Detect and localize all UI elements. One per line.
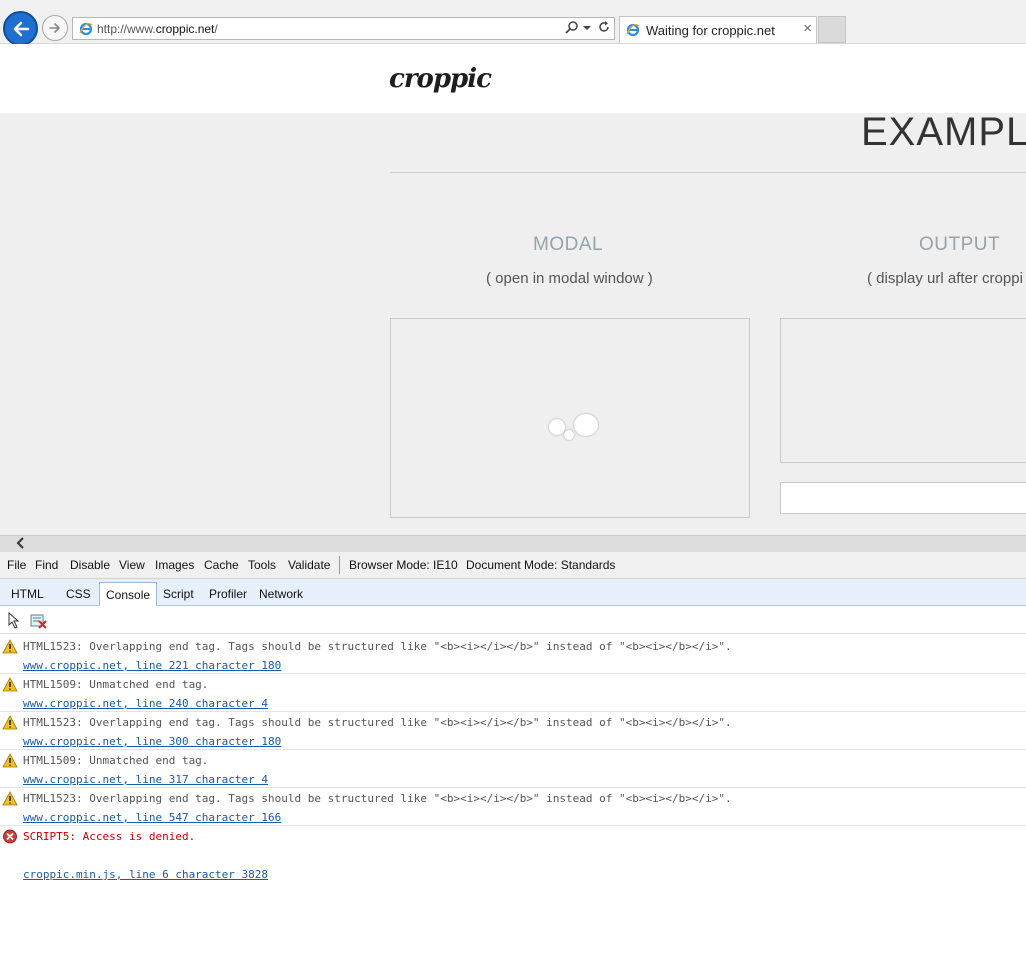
message-text: HTML1523: Overlapping end tag. Tags shou…: [23, 716, 732, 729]
divider: [390, 172, 1026, 173]
tab-network[interactable]: Network: [253, 582, 309, 606]
source-link[interactable]: www.croppic.net, line 221 character 180: [23, 659, 281, 672]
message-text: SCRIPT5: Access is denied.: [23, 830, 196, 843]
tab-css[interactable]: CSS: [60, 582, 97, 606]
modal-crop-box[interactable]: [390, 318, 750, 518]
message-text: HTML1523: Overlapping end tag. Tags shou…: [23, 640, 732, 653]
forward-button[interactable]: [42, 15, 68, 41]
menu-cache[interactable]: Cache: [204, 558, 239, 572]
output-title: OUTPUT: [919, 234, 1001, 255]
menu-validate[interactable]: Validate: [288, 558, 330, 572]
web-page: croppic EXAMPLE MODAL ( open in modal wi…: [0, 44, 1026, 535]
document-mode-menu[interactable]: Document Mode: Standards: [466, 558, 615, 572]
devtools-menubar: File Find Disable View Images Cache Tool…: [0, 552, 1026, 579]
warning-icon: [2, 677, 18, 692]
back-arrow-icon: [13, 21, 30, 37]
browser-chrome: http://www.croppic.net/ Waiting for crop…: [0, 0, 1026, 46]
select-element-icon[interactable]: [7, 611, 21, 634]
message-text: HTML1523: Overlapping end tag. Tags shou…: [23, 792, 732, 805]
message-text: HTML1509: Unmatched end tag.: [23, 678, 209, 691]
back-button[interactable]: [3, 11, 38, 46]
console-message: HTML1509: Unmatched end tag. www.croppic…: [0, 674, 1026, 712]
console-output: HTML1523: Overlapping end tag. Tags shou…: [0, 636, 1026, 886]
menu-view[interactable]: View: [119, 558, 145, 572]
menu-find[interactable]: Find: [35, 558, 58, 572]
browser-tab[interactable]: Waiting for croppic.net ×: [619, 16, 817, 43]
page-heading: EXAMPLE: [861, 110, 1026, 154]
tab-profiler[interactable]: Profiler: [203, 582, 253, 606]
browser-mode-menu[interactable]: Browser Mode: IE10: [349, 558, 458, 572]
tab-html[interactable]: HTML: [5, 582, 50, 606]
loading-spinner-icon: [546, 412, 601, 447]
console-message: HTML1509: Unmatched end tag. www.croppic…: [0, 750, 1026, 788]
scroll-left-icon[interactable]: [15, 536, 25, 553]
console-message: HTML1523: Overlapping end tag. Tags shou…: [0, 712, 1026, 750]
ie-logo-icon: [626, 23, 640, 37]
refresh-icon[interactable]: [597, 20, 611, 37]
output-crop-box[interactable]: [780, 318, 1026, 463]
site-logo[interactable]: croppic: [389, 64, 492, 94]
console-message: HTML1523: Overlapping end tag. Tags shou…: [0, 636, 1026, 674]
clear-console-icon[interactable]: [30, 613, 48, 634]
output-subtitle: ( display url after croppi: [867, 270, 1023, 287]
menu-separator: [339, 556, 340, 574]
menu-tools[interactable]: Tools: [248, 558, 276, 572]
new-tab-button[interactable]: [818, 16, 846, 43]
source-link[interactable]: www.croppic.net, line 240 character 4: [23, 697, 268, 710]
source-link[interactable]: croppic.min.js, line 6 character 3828: [23, 868, 268, 881]
source-link[interactable]: www.croppic.net, line 547 character 166: [23, 811, 281, 824]
warning-icon: [2, 753, 18, 768]
address-url: http://www.croppic.net/: [97, 22, 218, 36]
tab-console[interactable]: Console: [99, 582, 158, 606]
menu-images[interactable]: Images: [155, 558, 194, 572]
console-toolbar: [0, 607, 1026, 634]
error-icon: [3, 829, 17, 844]
devtools-tabs: HTML CSS Console Script Profiler Network: [0, 579, 1026, 606]
dropdown-arrow-icon[interactable]: [583, 21, 591, 36]
menu-file[interactable]: File: [7, 558, 26, 572]
horizontal-scrollbar[interactable]: [0, 535, 1026, 552]
message-text: HTML1509: Unmatched end tag.: [23, 754, 209, 767]
menu-disable[interactable]: Disable: [70, 558, 110, 572]
modal-title: MODAL: [533, 234, 604, 255]
warning-icon: [2, 791, 18, 806]
address-bar[interactable]: http://www.croppic.net/: [72, 17, 615, 40]
close-icon[interactable]: ×: [803, 20, 812, 37]
forward-arrow-icon: [49, 23, 60, 33]
search-icon[interactable]: [565, 20, 579, 37]
console-message: HTML1523: Overlapping end tag. Tags shou…: [0, 788, 1026, 826]
warning-icon: [2, 715, 18, 730]
modal-subtitle: ( open in modal window ): [486, 270, 653, 287]
tab-title: Waiting for croppic.net: [646, 23, 775, 38]
tab-script[interactable]: Script: [157, 582, 200, 606]
warning-icon: [2, 639, 18, 654]
page-header: croppic: [0, 44, 1026, 113]
output-url-input[interactable]: [780, 482, 1026, 514]
console-message: SCRIPT5: Access is denied. croppic.min.j…: [0, 826, 1026, 886]
ie-logo-icon: [79, 22, 93, 36]
developer-tools: File Find Disable View Images Cache Tool…: [0, 552, 1026, 978]
source-link[interactable]: www.croppic.net, line 317 character 4: [23, 773, 268, 786]
source-link[interactable]: www.croppic.net, line 300 character 180: [23, 735, 281, 748]
